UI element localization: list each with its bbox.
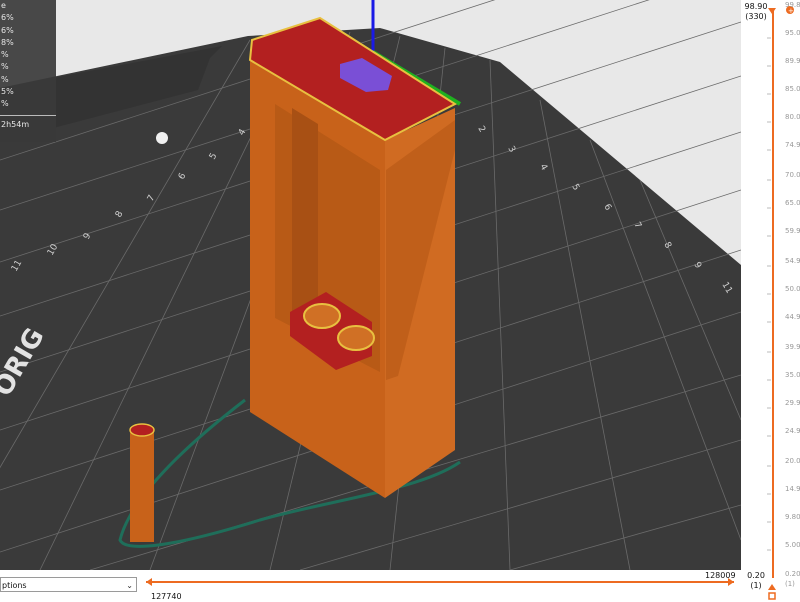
layer-slider-pane: 98.90 (330) + 95.00 89.90 85.00 80.00 74… xyxy=(741,0,800,602)
stat-line: % xyxy=(1,50,9,60)
stat-line: 5% xyxy=(1,87,14,97)
tick-label: 99.80 xyxy=(785,1,800,9)
stat-line: % xyxy=(1,62,9,72)
slider-ticks xyxy=(767,37,771,551)
3d-preview-viewport[interactable]: 11 10 9 8 7 6 5 4 2 3 4 5 6 7 8 9 11 ORI… xyxy=(0,0,741,570)
model-post-top xyxy=(129,423,155,437)
tick-label: 80.00 xyxy=(785,113,800,121)
hslider-right-value: 128009 xyxy=(705,571,736,580)
lock-icon[interactable] xyxy=(768,592,776,600)
stats-divider xyxy=(0,114,56,116)
cup-hole xyxy=(303,303,341,329)
tick-label: 95.00 xyxy=(785,29,800,37)
bed-hole xyxy=(156,132,168,144)
legend-select-value: ptions xyxy=(2,581,27,590)
stat-time: 2h54m xyxy=(1,119,30,129)
tick-label: 59.90 xyxy=(785,227,800,235)
tick-label: 54.90 xyxy=(785,257,800,265)
tick-label: 50.00 xyxy=(785,285,800,293)
tick-label: 44.90 xyxy=(785,313,800,321)
tick-label: 85.00 xyxy=(785,85,800,93)
tick-label: 14.90 xyxy=(785,485,800,493)
tick-label: 9.80 xyxy=(785,513,800,521)
model-window-pillar xyxy=(292,108,318,330)
scene-canvas[interactable]: 11 10 9 8 7 6 5 4 2 3 4 5 6 7 8 9 11 ORI… xyxy=(0,0,741,570)
tick-label: 65.00 xyxy=(785,199,800,207)
chevron-down-icon: ⌄ xyxy=(126,581,133,590)
left-thumb-arrow[interactable] xyxy=(146,578,152,586)
tick-label: 74.90 xyxy=(785,141,800,149)
tick-label: 39.90 xyxy=(785,343,800,351)
tick-label: 89.90 xyxy=(785,57,800,65)
stat-line: 8% xyxy=(1,37,14,47)
cup-hole xyxy=(337,325,375,351)
legend-options-select[interactable]: ptions ⌄ xyxy=(0,577,137,592)
top-thumb-arrow[interactable] xyxy=(768,8,776,14)
hslider-left-value: 127740 xyxy=(151,592,182,601)
model-post xyxy=(130,430,154,542)
stat-line: e xyxy=(1,1,6,10)
slider-bottom-readout: 0.20 (1) xyxy=(742,571,770,591)
tick-label: 20.00 xyxy=(785,457,800,465)
stat-line: 6% xyxy=(1,13,14,23)
tick-label: 24.90 xyxy=(785,427,800,435)
bottom-height: 0.20 xyxy=(747,571,765,580)
tick-label: 70.00 xyxy=(785,171,800,179)
tick-label: 35.00 xyxy=(785,371,800,379)
bottom-layer: (1) xyxy=(750,581,762,590)
stat-line: % xyxy=(1,99,9,109)
print-stats-panel: e 6% 6% 8% % % % 5% % 2h54m xyxy=(0,0,56,142)
tick-label: 0.20 xyxy=(785,570,800,578)
tick-label: 29.90 xyxy=(785,399,800,407)
stat-line: 6% xyxy=(1,25,14,35)
tick-label: 5.00 xyxy=(785,541,800,549)
stat-line: % xyxy=(1,74,9,84)
tick-label: (1) xyxy=(785,580,795,588)
